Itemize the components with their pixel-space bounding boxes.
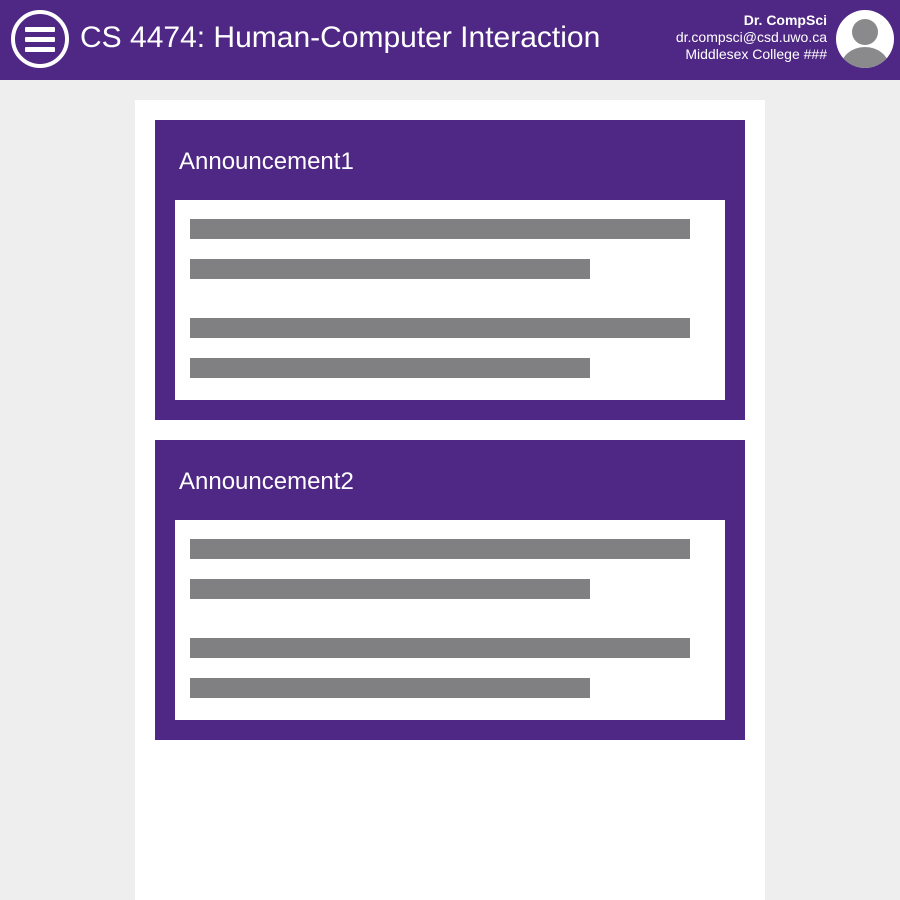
content-panel: Announcement1 Announcement2 [135, 100, 765, 900]
hamburger-menu-icon [11, 10, 69, 68]
announcement-body [175, 200, 725, 400]
app-header: CS 4474: Human-Computer Interaction Dr. … [0, 0, 900, 80]
text-placeholder-line [190, 259, 590, 279]
user-office: Middlesex College ### [685, 46, 827, 62]
text-placeholder-line [190, 318, 690, 338]
announcement-card[interactable]: Announcement2 [155, 440, 745, 740]
menu-button[interactable] [10, 9, 70, 69]
text-placeholder-line [190, 539, 690, 559]
text-placeholder-line [190, 219, 690, 239]
user-info: Dr. CompSci dr.compsci@csd.uwo.ca Middle… [676, 12, 827, 63]
user-email: dr.compsci@csd.uwo.ca [675, 29, 827, 45]
course-title: CS 4474: Human-Computer Interaction [80, 21, 601, 54]
announcement-title: Announcement1 [179, 148, 354, 175]
announcement-card[interactable]: Announcement1 [155, 120, 745, 420]
text-placeholder-line [190, 358, 590, 378]
text-placeholder-line [190, 678, 590, 698]
text-placeholder-line [190, 638, 690, 658]
announcement-body [175, 520, 725, 720]
user-name: Dr. CompSci [743, 12, 827, 28]
announcement-title: Announcement2 [179, 468, 354, 495]
user-avatar-icon [836, 10, 894, 68]
avatar[interactable] [835, 9, 895, 69]
text-placeholder-line [190, 579, 590, 599]
